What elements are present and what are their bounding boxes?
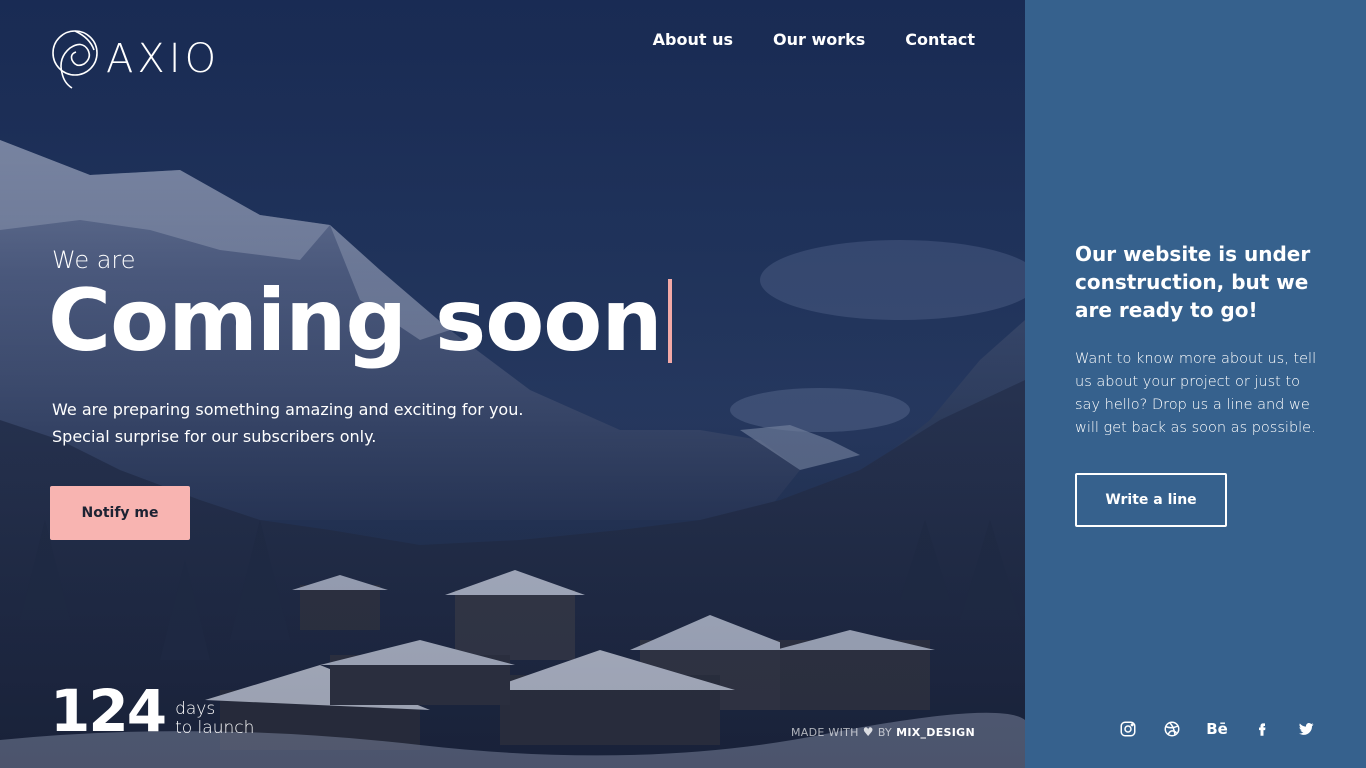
nav-about-us[interactable]: About us <box>653 30 733 49</box>
hero-headline-text: Coming soon <box>48 271 663 371</box>
countdown-labels: days to launch <box>175 700 254 738</box>
launch-countdown: 124 days to launch <box>50 682 254 740</box>
countdown-unit: days <box>175 699 216 719</box>
nav-contact[interactable]: Contact <box>905 30 975 49</box>
logo[interactable]: AXIO <box>50 28 220 90</box>
panel-title: Our website is under construction, but w… <box>1075 242 1311 322</box>
hero-subtitle-line: Special surprise for our subscribers onl… <box>52 427 377 446</box>
nav-our-works[interactable]: Our works <box>773 30 865 49</box>
facebook-icon[interactable] <box>1251 718 1273 740</box>
notify-me-button[interactable]: Notify me <box>50 486 190 540</box>
axio-logo-mark-icon <box>52 30 98 89</box>
dribbble-icon[interactable] <box>1161 718 1183 740</box>
hero-section <box>0 0 1025 768</box>
social-links: Bē <box>1117 718 1317 740</box>
countdown-caption: to launch <box>175 718 255 738</box>
countdown-days-value: 124 <box>50 677 167 745</box>
credits: MADE WITH ♥ BY MIX_DESIGN <box>791 725 975 739</box>
contact-panel: Our website is under construction, but w… <box>1025 0 1366 768</box>
heart-icon: ♥ <box>862 725 874 739</box>
brand-name: AXIO <box>106 36 221 82</box>
main-nav: About us Our works Contact <box>653 30 975 49</box>
hero-overlay <box>0 0 1025 768</box>
panel-description: Want to know more about us, tell us abou… <box>1075 351 1317 436</box>
credits-made-with: MADE WITH <box>791 725 859 739</box>
typing-cursor <box>667 279 672 364</box>
hero-eyebrow: We are <box>52 246 136 274</box>
hero-subtitle-line: We are preparing something amazing and e… <box>52 400 524 419</box>
credits-by: BY <box>877 725 893 739</box>
twitter-icon[interactable] <box>1295 718 1317 740</box>
instagram-icon[interactable] <box>1117 718 1139 740</box>
write-a-line-button[interactable]: Write a line <box>1075 473 1227 527</box>
hero-subtitle: We are preparing something amazing and e… <box>52 396 523 450</box>
hero-headline: Coming soon <box>48 274 672 369</box>
credits-author-link[interactable]: MIX_DESIGN <box>896 726 975 739</box>
behance-icon[interactable]: Bē <box>1205 718 1229 740</box>
